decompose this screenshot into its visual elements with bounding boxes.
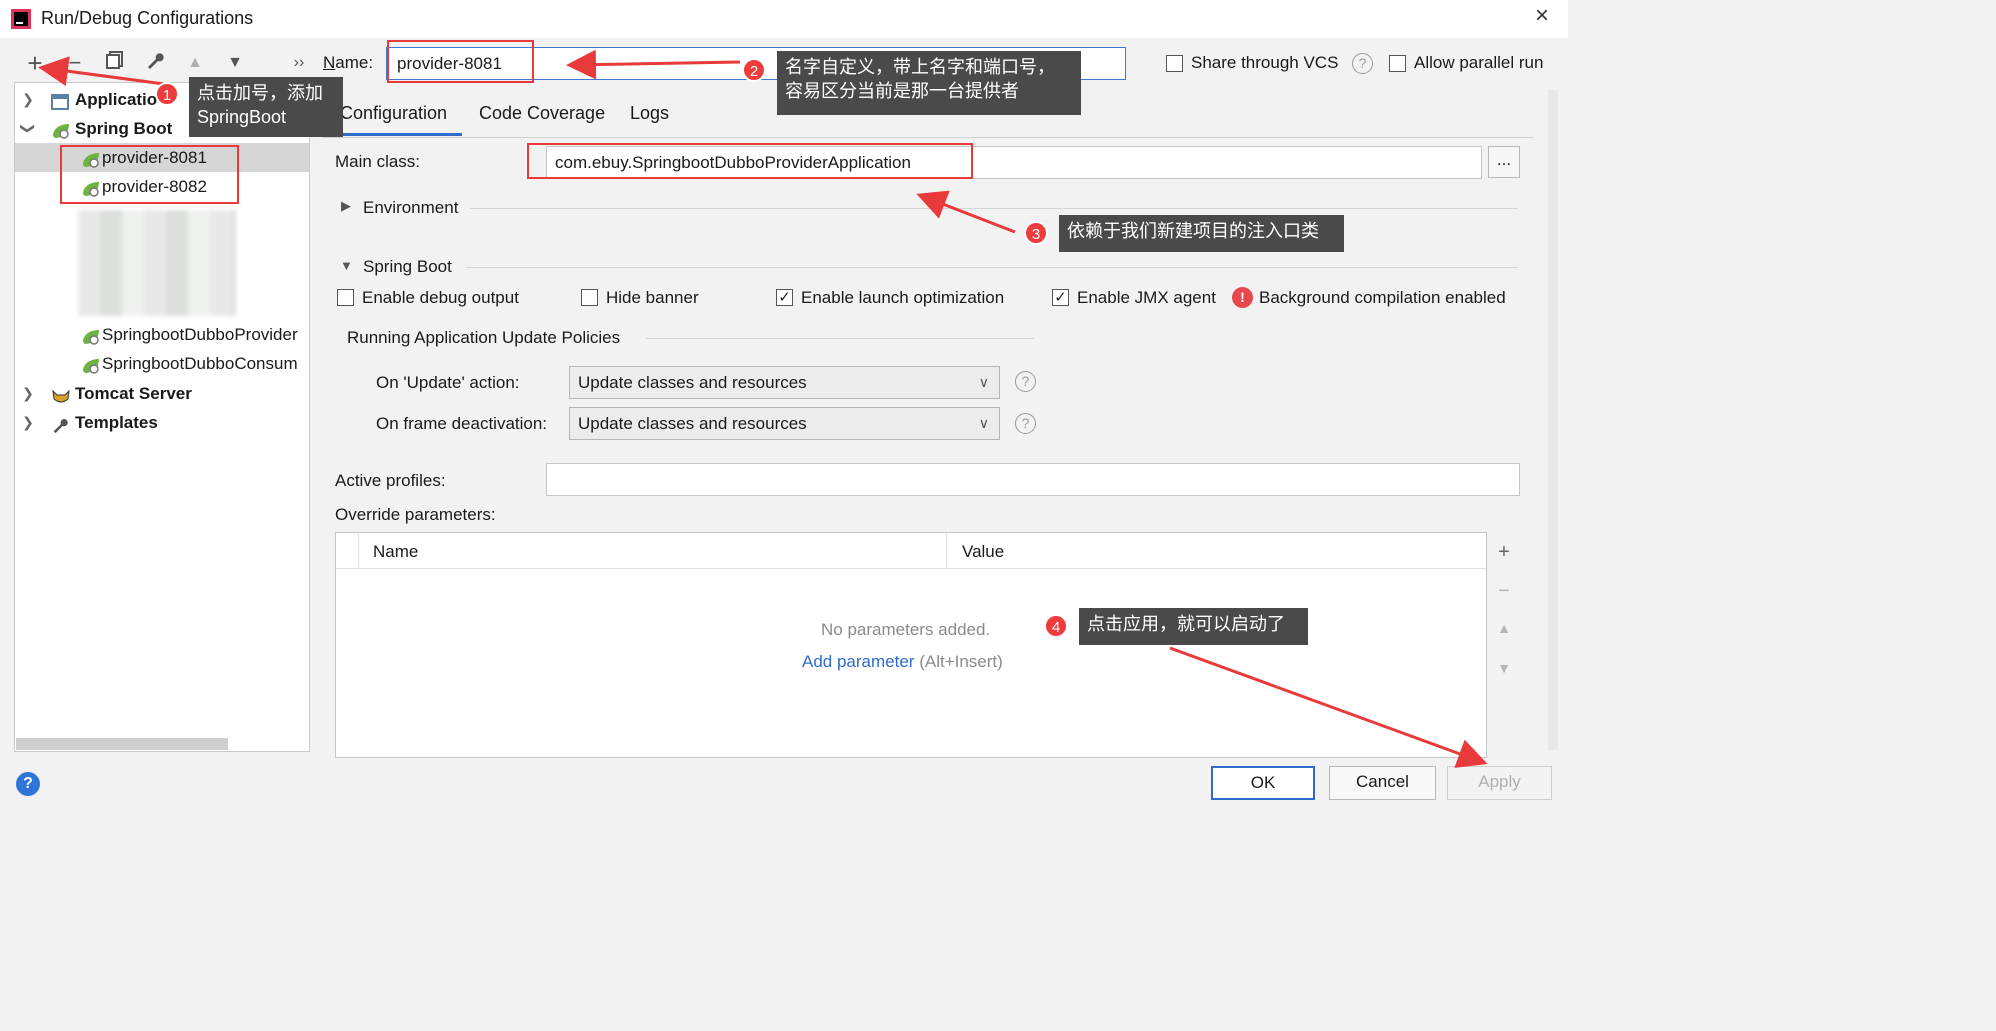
annotation-text: 点击应用，就可以启动了 xyxy=(1087,614,1285,634)
annotation-badge-3: 3 xyxy=(1024,221,1048,245)
annotation-badge-1: 1 xyxy=(155,82,179,106)
annotation-badge-4: 4 xyxy=(1044,614,1068,638)
annotation-callout-3: 依赖于我们新建项目的注入口类 xyxy=(1059,215,1344,252)
annotation-text: 依赖于我们新建项目的注入口类 xyxy=(1067,221,1319,241)
annotation-text: 点击加号，添加 xyxy=(197,83,323,103)
annotation-callout-2: 名字自定义，带上名字和端口号， 容易区分当前是那一台提供者 xyxy=(777,51,1081,115)
annotation-arrow-1 xyxy=(38,56,165,87)
annotation-text: 名字自定义，带上名字和端口号， xyxy=(785,57,1055,77)
annotation-text: SpringBoot xyxy=(197,107,287,127)
annotation-callout-1: 点击加号，添加 SpringBoot xyxy=(189,77,343,137)
annotation-callout-4: 点击应用，就可以启动了 xyxy=(1079,608,1308,645)
annotation-arrow-4 xyxy=(1169,646,1488,768)
annotation-badge-2: 2 xyxy=(742,58,766,82)
annotation-text: 容易区分当前是那一台提供者 xyxy=(785,81,1019,101)
annotation-arrow-2 xyxy=(566,49,741,80)
annotation-arrow-3 xyxy=(916,190,1016,234)
